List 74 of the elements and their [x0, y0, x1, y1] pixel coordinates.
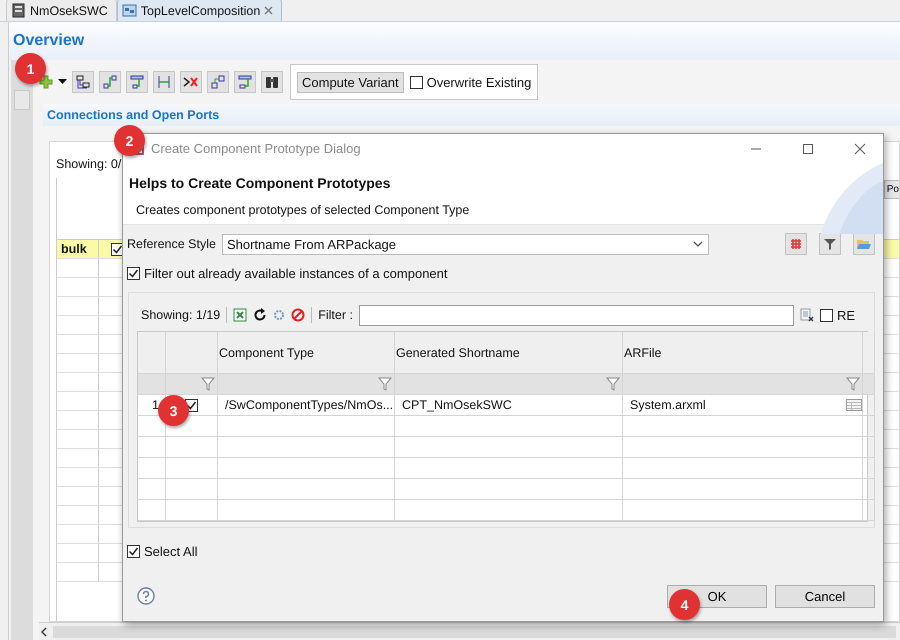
scroll-left-icon[interactable] — [39, 626, 49, 636]
grid-button[interactable] — [785, 233, 807, 255]
filter-icon[interactable] — [378, 377, 392, 391]
refresh-icon[interactable] — [253, 308, 268, 322]
filter-icon[interactable] — [846, 377, 860, 391]
link-button[interactable] — [153, 71, 175, 93]
tree-icon — [75, 74, 91, 90]
ports-button[interactable]: Po — [884, 180, 899, 199]
filter-field[interactable] — [358, 304, 794, 326]
filter-button[interactable] — [819, 233, 841, 255]
column-header: ARFile — [623, 332, 863, 374]
showing-count: Showing: 1/19 — [141, 308, 220, 322]
clear-filter-icon[interactable] — [291, 308, 306, 322]
binoculars-icon — [264, 74, 280, 90]
close-icon[interactable] — [264, 6, 274, 15]
tree-button[interactable] — [72, 71, 94, 93]
table-cell — [166, 479, 218, 500]
maximize-icon — [802, 142, 814, 154]
port-button[interactable] — [234, 71, 256, 93]
field-label: Filter : — [318, 308, 353, 322]
reference-style-dropdown[interactable]: Shortname From ARPackage — [222, 234, 709, 254]
filter-icon[interactable] — [606, 377, 620, 391]
spreadsheet-icon[interactable] — [233, 308, 248, 322]
link-icon — [156, 74, 172, 90]
checkbox-label: Filter out already available instances of a component — [144, 266, 448, 280]
export-icon[interactable] — [800, 308, 814, 322]
port-icon — [129, 74, 145, 90]
checkbox[interactable] — [820, 308, 833, 322]
table-cell: bulk — [61, 242, 87, 256]
checkbox[interactable] — [127, 544, 140, 558]
checkbox-label: RE — [836, 308, 856, 322]
table-cell — [166, 458, 218, 479]
plus-icon[interactable] — [39, 75, 53, 89]
table-cell: CPT_NmOsekSWC — [395, 395, 623, 416]
column-header: Component Type — [218, 332, 395, 374]
table-cell — [166, 437, 218, 458]
binoculars-button[interactable] — [261, 71, 283, 93]
component-icon — [11, 3, 26, 18]
filter-icon[interactable] — [201, 377, 215, 391]
horizontal-scrollbar[interactable] — [39, 622, 900, 640]
dialog-button[interactable]: Cancel — [775, 584, 875, 608]
move-icon — [210, 74, 226, 90]
help-icon[interactable] — [137, 587, 155, 605]
checkbox[interactable] — [127, 266, 140, 280]
table-icon[interactable] — [846, 399, 862, 411]
banner-graphic — [819, 163, 883, 234]
editor-title: Overview — [13, 32, 84, 50]
diagram-icon — [122, 3, 137, 18]
port-button[interactable] — [126, 71, 148, 93]
checkbox[interactable] — [410, 76, 423, 88]
showing-count: Showing: 0/ — [56, 157, 122, 171]
grid-icon — [788, 236, 804, 252]
connect-icon — [102, 74, 118, 90]
compute-variant-button[interactable]: Compute Variant — [297, 72, 404, 92]
caret-icon[interactable] — [58, 79, 67, 85]
editor-tab[interactable]: NmOsekSWC — [6, 0, 117, 21]
dialog-heading: Helps to Create Component Prototypes — [129, 175, 392, 191]
filter-icon — [822, 236, 838, 252]
column-header: Generated Shortname — [395, 332, 623, 374]
dialog-description: Creates component prototypes of selected Component Type — [136, 203, 470, 217]
table-cell: /SwComponentTypes/NmOs... — [218, 395, 395, 416]
field-label: Reference Style — [127, 237, 216, 251]
section-title: Connections and Open Ports — [47, 108, 220, 122]
move-button[interactable] — [207, 71, 229, 93]
chevron-icon — [692, 241, 703, 247]
checkbox-label: Overwrite Existing — [426, 74, 532, 90]
connect-button[interactable] — [99, 71, 121, 93]
remove-connection-button[interactable] — [180, 71, 202, 93]
close-icon — [854, 142, 866, 154]
port-icon — [237, 74, 253, 90]
editor-tab[interactable]: TopLevelComposition — [116, 0, 282, 21]
checkbox-label: Select All — [144, 544, 198, 558]
dialog-title: Create Component Prototype Dialog — [151, 141, 362, 156]
table-cell: System.arxml — [623, 395, 845, 416]
